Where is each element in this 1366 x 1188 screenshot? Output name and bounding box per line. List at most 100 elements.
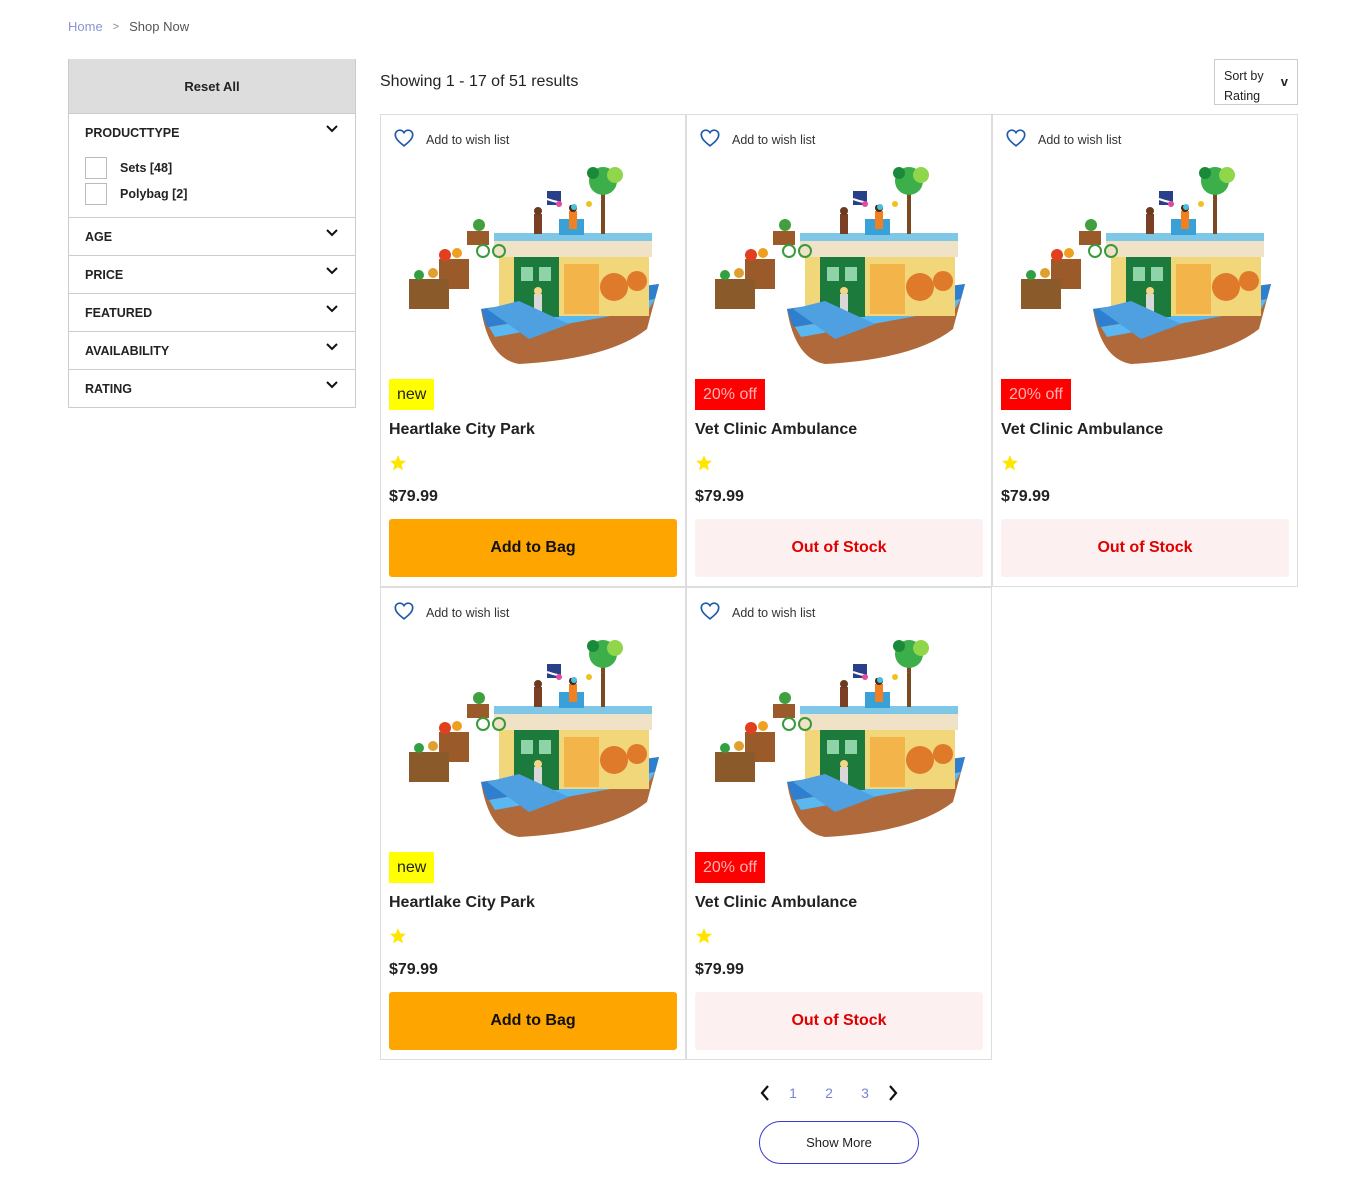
filter-label: AVAILABILITY [85, 343, 170, 358]
star-icon [695, 927, 713, 945]
chevron-down-icon[interactable] [325, 264, 339, 278]
results-count: Showing 1 - 17 of 51 results [380, 73, 579, 90]
filter-label: RATING [85, 381, 132, 396]
filter-option-sets[interactable]: Sets [48] [85, 155, 339, 181]
chevron-down-icon[interactable] [325, 340, 339, 354]
product-name[interactable]: Heartlake City Park [389, 421, 535, 439]
product-name[interactable]: Vet Clinic Ambulance [695, 421, 857, 439]
filter-header-availability[interactable]: AVAILABILITY [69, 332, 355, 369]
add-to-bag-button[interactable]: Add to Bag [389, 519, 677, 577]
reset-all-button[interactable]: Reset All [69, 59, 355, 113]
heart-icon[interactable] [1005, 127, 1027, 152]
sort-label-line2: Rating [1224, 89, 1261, 103]
filter-header-featured[interactable]: FEATURED [69, 294, 355, 331]
polybag-checkbox[interactable] [85, 183, 107, 205]
filter-sidebar: Reset All PRODUCTTYPE Sets [48] Polybag … [68, 59, 356, 408]
breadcrumb: Home > Shop Now [68, 19, 189, 34]
add-to-bag-button[interactable]: Add to Bag [389, 992, 677, 1050]
product-badge: new [389, 852, 435, 883]
product-price: $79.99 [695, 961, 744, 978]
product-image[interactable] [1021, 159, 1271, 369]
sets-checkbox[interactable] [85, 157, 107, 179]
add-to-wishlist-button[interactable]: Add to wish list [699, 127, 815, 152]
product-image[interactable] [715, 159, 965, 369]
breadcrumb-separator: > [112, 20, 120, 33]
heart-icon[interactable] [699, 600, 721, 625]
filter-label: PRICE [85, 267, 124, 282]
star-icon [389, 454, 407, 472]
filter-availability: AVAILABILITY [69, 331, 355, 369]
chevron-down-icon[interactable] [325, 378, 339, 392]
filter-price: PRICE [69, 255, 355, 293]
filter-featured: FEATURED [69, 293, 355, 331]
wishlist-label: Add to wish list [426, 132, 510, 147]
filter-option-label: Sets [48] [120, 161, 173, 175]
page-3-link[interactable]: 3 [847, 1085, 883, 1101]
product-name[interactable]: Vet Clinic Ambulance [1001, 421, 1163, 439]
chevron-right-icon[interactable] [883, 1081, 903, 1105]
filter-option-label: Polybag [2] [120, 187, 188, 201]
sort-label: Sort by Rating [1224, 66, 1264, 106]
out-of-stock-button[interactable]: Out of Stock [1001, 519, 1289, 577]
heart-icon[interactable] [393, 600, 415, 625]
filter-options-producttype: Sets [48] Polybag [2] [69, 151, 355, 217]
heart-icon[interactable] [699, 127, 721, 152]
sort-label-line1: Sort by [1224, 69, 1264, 83]
sort-dropdown[interactable]: Sort by Rating v [1214, 59, 1298, 105]
product-image[interactable] [409, 159, 659, 369]
add-to-wishlist-button[interactable]: Add to wish list [699, 600, 815, 625]
filter-header-age[interactable]: AGE [69, 218, 355, 255]
add-to-wishlist-button[interactable]: Add to wish list [393, 127, 509, 152]
pagination: 1 2 3 [755, 1081, 903, 1105]
filter-label: PRODUCTTYPE [85, 125, 180, 140]
filter-header-producttype[interactable]: PRODUCTTYPE [69, 114, 355, 151]
filter-label: FEATURED [85, 305, 153, 320]
filter-header-price[interactable]: PRICE [69, 256, 355, 293]
filter-rating: RATING [69, 369, 355, 407]
chevron-down-icon[interactable] [325, 122, 339, 136]
product-image[interactable] [715, 632, 965, 842]
star-icon [695, 454, 713, 472]
wishlist-label: Add to wish list [732, 605, 816, 620]
page-2-link[interactable]: 2 [811, 1085, 847, 1101]
chevron-down-icon[interactable] [325, 302, 339, 316]
star-icon [1001, 454, 1019, 472]
add-to-wishlist-button[interactable]: Add to wish list [393, 600, 509, 625]
wishlist-label: Add to wish list [1038, 132, 1122, 147]
page-1-link[interactable]: 1 [775, 1085, 811, 1101]
product-price: $79.99 [695, 488, 744, 505]
filter-option-polybag[interactable]: Polybag [2] [85, 181, 339, 207]
filter-producttype: PRODUCTTYPE Sets [48] Polybag [2] [69, 113, 355, 217]
filter-label: AGE [85, 229, 113, 244]
filter-header-rating[interactable]: RATING [69, 370, 355, 407]
product-image[interactable] [409, 632, 659, 842]
product-badge: new [389, 379, 435, 410]
product-price: $79.99 [389, 961, 438, 978]
breadcrumb-current: Shop Now [129, 19, 190, 34]
product-card: Add to wish list 20% off Vet Clinic Ambu… [686, 114, 992, 587]
breadcrumb-home-link[interactable]: Home [68, 19, 103, 34]
add-to-wishlist-button[interactable]: Add to wish list [1005, 127, 1121, 152]
product-price: $79.99 [1001, 488, 1050, 505]
product-badge: 20% off [695, 852, 765, 883]
product-name[interactable]: Heartlake City Park [389, 894, 535, 912]
heart-icon[interactable] [393, 127, 415, 152]
product-card: Add to wish list 20% off Vet Clinic Ambu… [686, 587, 992, 1060]
show-more-button[interactable]: Show More [759, 1121, 919, 1164]
product-badge: 20% off [695, 379, 765, 410]
chevron-down-icon[interactable] [325, 226, 339, 240]
chevron-left-icon[interactable] [755, 1081, 775, 1105]
wishlist-label: Add to wish list [732, 132, 816, 147]
wishlist-label: Add to wish list [426, 605, 510, 620]
caret-down-icon: v [1280, 74, 1288, 89]
star-icon [389, 927, 407, 945]
product-name[interactable]: Vet Clinic Ambulance [695, 894, 857, 912]
product-badge: 20% off [1001, 379, 1071, 410]
product-card: Add to wish list new Heartlake City Park… [380, 114, 686, 587]
product-card: Add to wish list 20% off Vet Clinic Ambu… [992, 114, 1298, 587]
filter-age: AGE [69, 217, 355, 255]
out-of-stock-button[interactable]: Out of Stock [695, 519, 983, 577]
product-card: Add to wish list new Heartlake City Park… [380, 587, 686, 1060]
product-price: $79.99 [389, 488, 438, 505]
out-of-stock-button[interactable]: Out of Stock [695, 992, 983, 1050]
